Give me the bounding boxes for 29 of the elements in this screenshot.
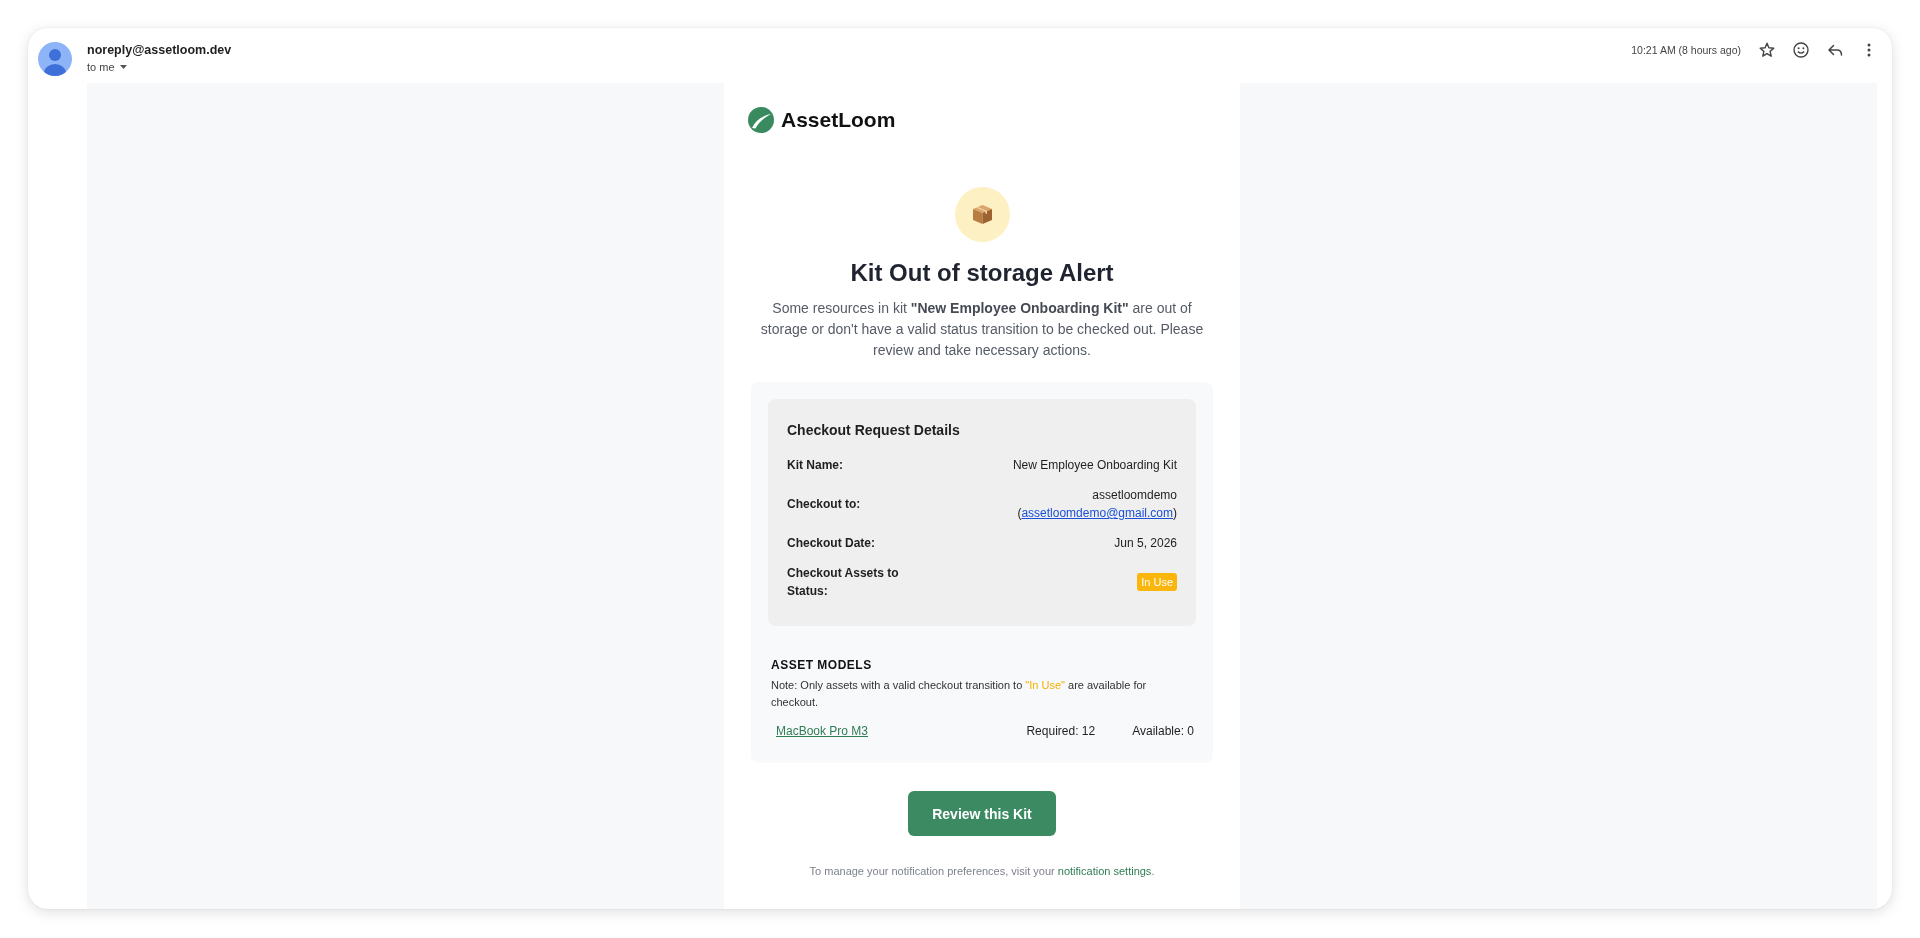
- recipient-toggle[interactable]: to me: [87, 58, 127, 76]
- review-kit-button[interactable]: Review this Kit: [908, 791, 1056, 836]
- model-link[interactable]: MacBook Pro M3: [776, 723, 869, 740]
- status-badge: In Use: [1137, 573, 1177, 591]
- contact-value: assetloomdemo (assetloomdemo@gmail.com): [1017, 487, 1177, 522]
- star-icon[interactable]: [1758, 41, 1776, 59]
- detail-label: Checkout Date:: [787, 535, 876, 552]
- alert-title: Kit Out of storage Alert: [849, 259, 1115, 287]
- alert-message: Some resources in kit "New Employee Onboarding Kit" are out of storage or don't have a valid status transition to be checked out. Please review and take necessary actions.: [759, 299, 1205, 360]
- timestamp: 10:21 AM (8 hours ago): [1631, 44, 1741, 56]
- package-icon: [954, 187, 1010, 242]
- sender-address: noreply@assetloom.dev: [87, 42, 232, 58]
- smiley-icon[interactable]: [1792, 41, 1810, 59]
- detail-label: Kit Name:: [787, 457, 844, 474]
- leaf-logo-icon: [748, 107, 774, 133]
- note-text: Note: Only assets with a valid checkout transition to "In Use" are available for checkout.: [771, 678, 1148, 710]
- footer-text: To manage your notification preferences, visit your notification settings.: [808, 864, 1156, 879]
- details-heading: Checkout Request Details: [787, 421, 961, 440]
- detail-value: New Employee Onboarding Kit: [1012, 457, 1177, 474]
- avatar-icon: [38, 42, 72, 76]
- email-link[interactable]: assetloomdemo@gmail.com: [1021, 506, 1173, 520]
- asset-models-heading: ASSET MODELS: [771, 658, 873, 672]
- detail-label: Checkout to:: [787, 496, 862, 513]
- detail-label: Checkout Assets to Status:: [787, 565, 900, 600]
- required-count: Required: 12: [1026, 723, 1096, 740]
- brand-name: AssetLoom: [781, 107, 896, 133]
- caret-icon[interactable]: [119, 65, 127, 69]
- available-count: Available: 0: [1132, 723, 1194, 740]
- detail-value: Jun 5, 2026: [1114, 535, 1177, 552]
